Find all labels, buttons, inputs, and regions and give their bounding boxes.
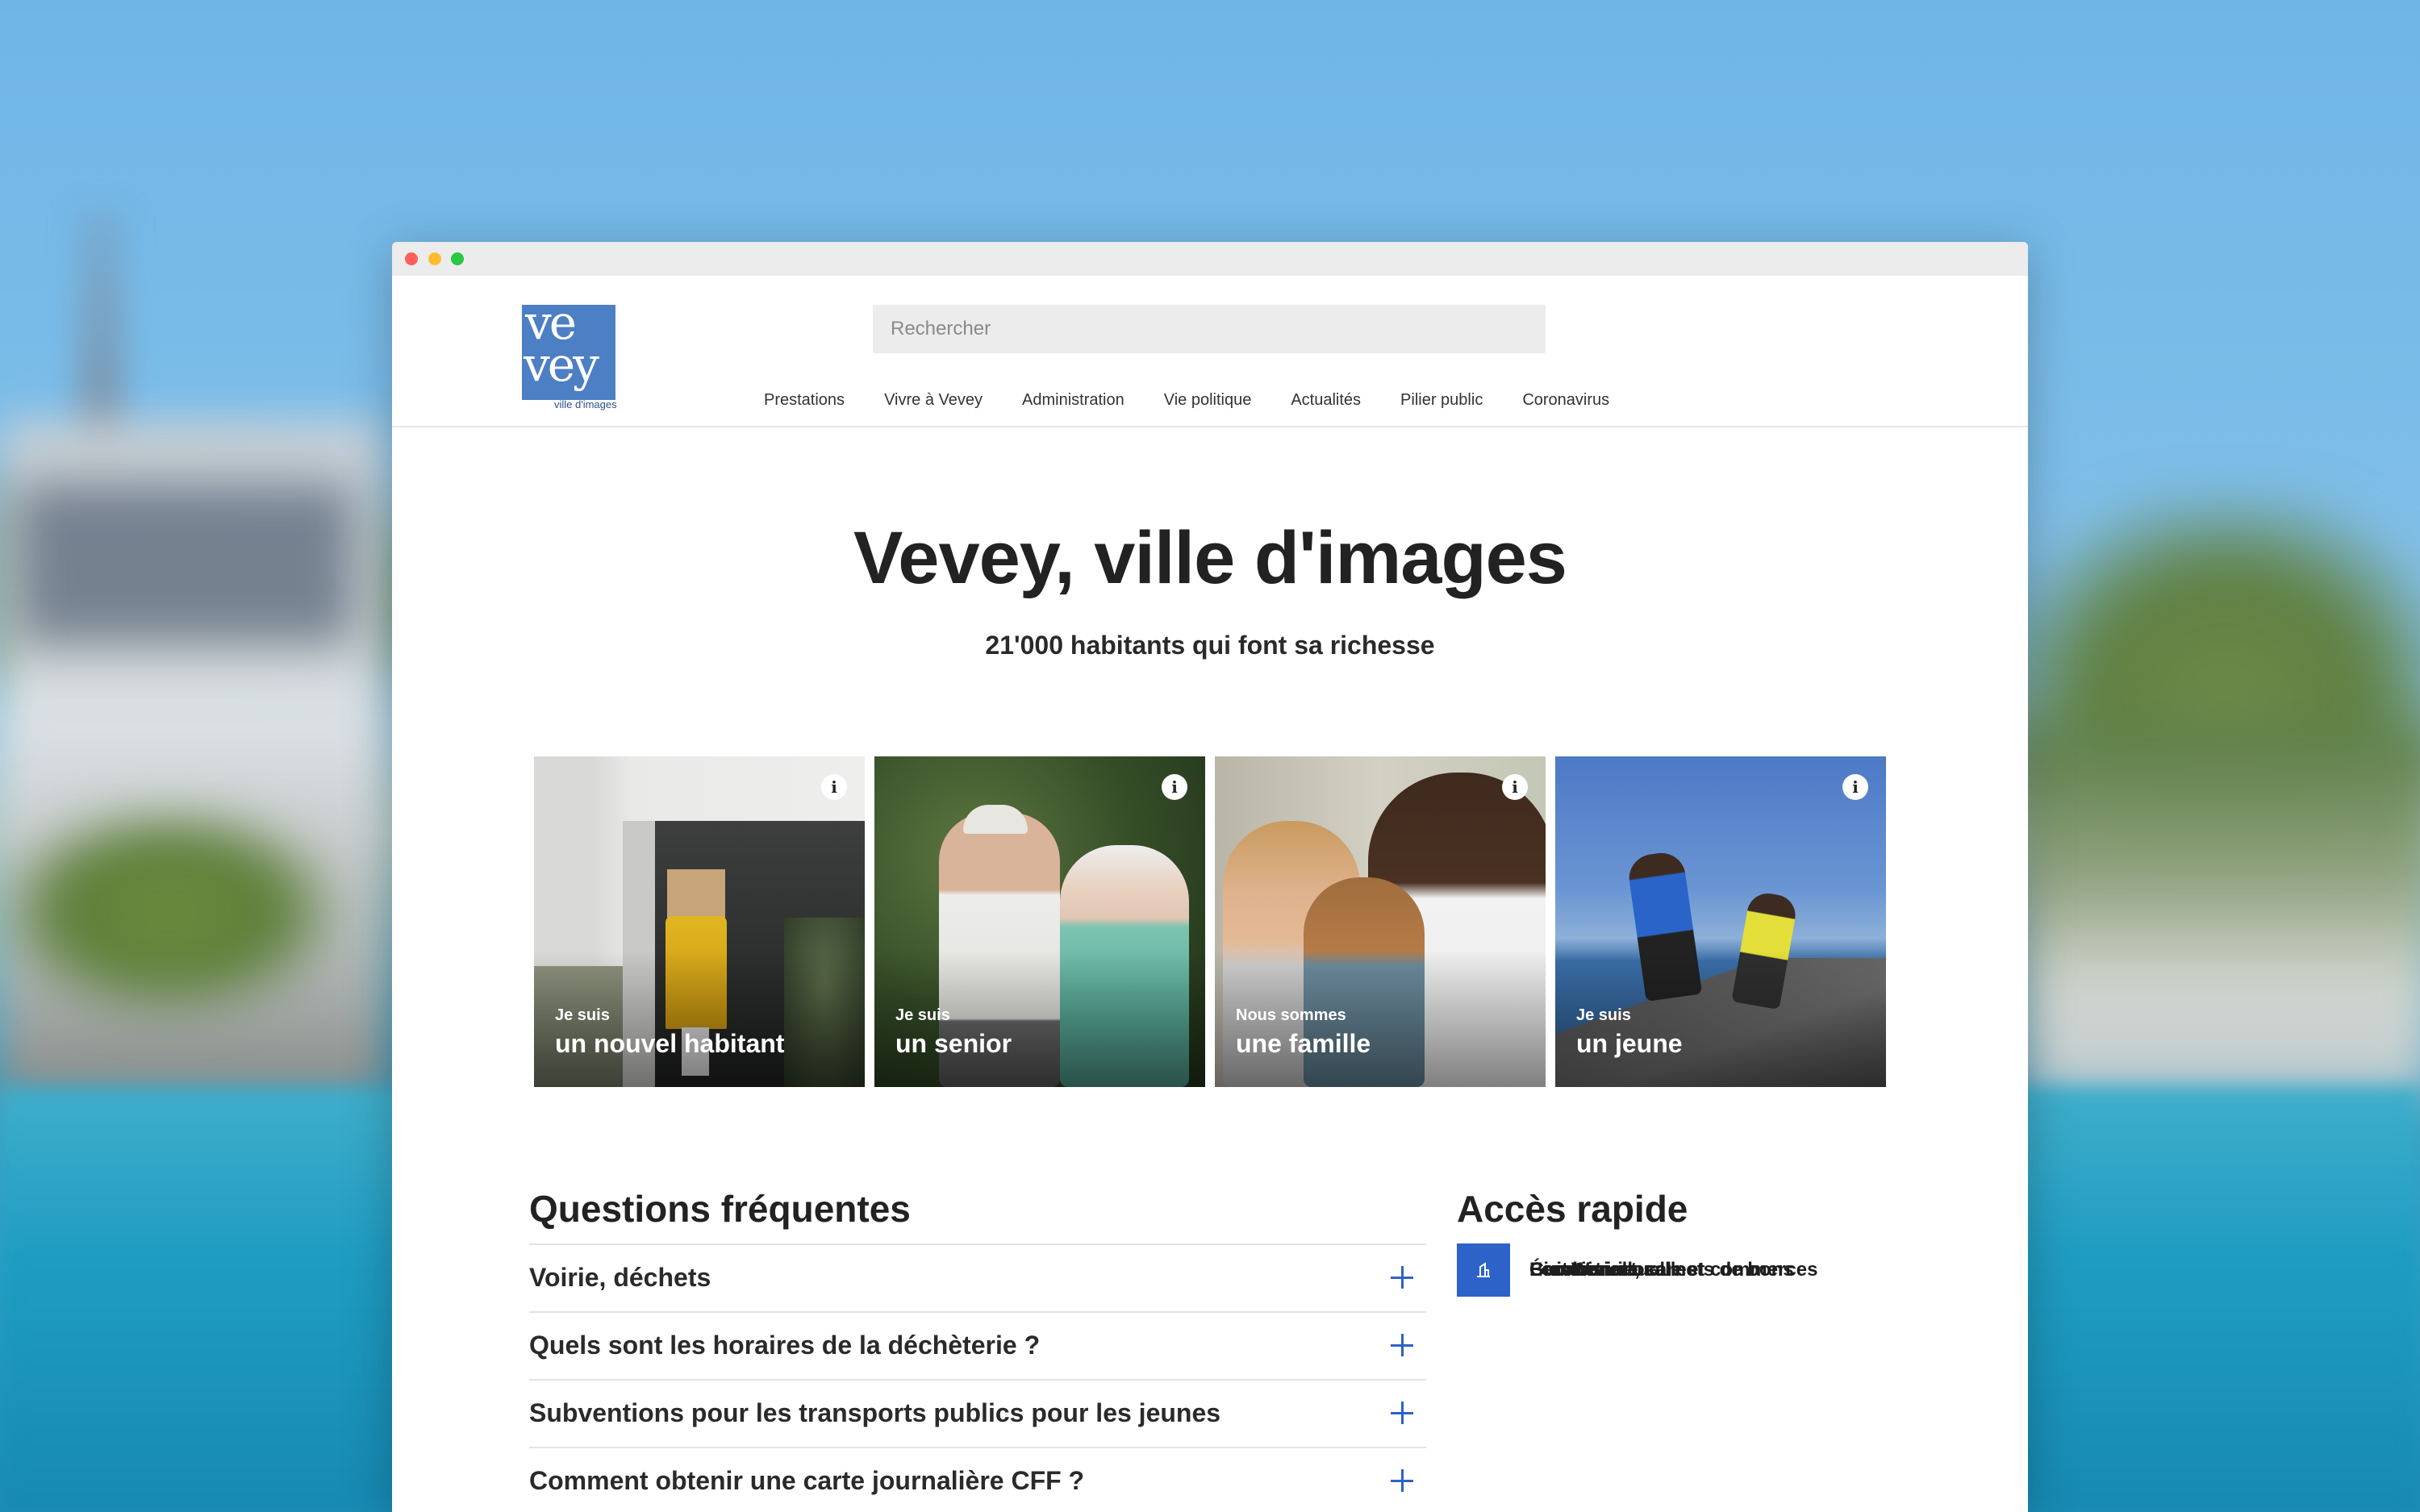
nav-item-pilier-public[interactable]: Pilier public (1400, 391, 1483, 410)
faq-item[interactable]: Subventions pour les transports publics … (529, 1381, 1426, 1448)
faq-question: Comment obtenir une carte journalière CF… (529, 1466, 1085, 1495)
faq-list: Voirie, déchets Quels sont les horaires … (529, 1243, 1426, 1512)
card-title: un jeune (1576, 1029, 1683, 1058)
vevey-logo[interactable]: ve vey ville d'images (522, 295, 619, 410)
nav-item-vivre-a-vevey[interactable]: Vivre à Vevey (884, 391, 983, 410)
info-icon[interactable]: i (1162, 774, 1187, 800)
room-icon (1457, 1243, 1510, 1297)
page-title: Vevey, ville d'images (853, 517, 1567, 599)
card-title: un senior (895, 1029, 1012, 1058)
card-prefix: Je suis (895, 1006, 950, 1024)
nav-item-administration[interactable]: Administration (1022, 391, 1124, 410)
plus-icon[interactable] (1391, 1334, 1413, 1356)
quick-access-label: Location de salles (1529, 1259, 1698, 1281)
profile-card-new-resident[interactable]: i Je suis un nouvel habitant (534, 756, 865, 1087)
plus-icon[interactable] (1391, 1469, 1413, 1492)
nav-item-actualites[interactable]: Actualités (1291, 391, 1361, 410)
card-prefix: Je suis (555, 1006, 610, 1024)
faq-heading: Questions fréquentes (529, 1188, 911, 1230)
card-title: une famille (1236, 1029, 1371, 1058)
plus-icon[interactable] (1391, 1266, 1413, 1289)
profile-card-senior[interactable]: i Je suis un senior (874, 756, 1205, 1087)
logo-wordmark: ve vey (524, 295, 599, 392)
info-icon[interactable]: i (821, 774, 847, 800)
faq-question: Voirie, déchets (529, 1263, 711, 1292)
faq-item[interactable]: Voirie, déchets (529, 1245, 1426, 1313)
card-prefix: Je suis (1576, 1006, 1631, 1024)
search-input[interactable] (873, 305, 1546, 353)
faq-question: Subventions pour les transports publics … (529, 1398, 1221, 1427)
minimize-window-button[interactable] (428, 252, 441, 265)
window-titlebar (392, 242, 2028, 276)
info-icon[interactable]: i (1502, 774, 1528, 800)
card-title: un nouvel habitant (555, 1029, 785, 1058)
nav-item-prestations[interactable]: Prestations (764, 391, 845, 410)
logo-tagline: ville d'images (554, 398, 617, 410)
maximize-window-button[interactable] (451, 252, 464, 265)
faq-item[interactable]: Comment obtenir une carte journalière CF… (529, 1448, 1426, 1512)
plus-icon[interactable] (1391, 1402, 1413, 1424)
faq-question: Quels sont les horaires de la déchèterie… (529, 1331, 1041, 1360)
page-subtitle: 21'000 habitants qui font sa richesse (985, 631, 1435, 660)
quick-access-heading: Accès rapide (1457, 1188, 1688, 1230)
main-nav: Prestations Vivre à Vevey Administration… (764, 391, 1649, 410)
browser-window: ve vey ville d'images Prestations Vivre … (392, 242, 2028, 1512)
site-header: ve vey ville d'images Prestations Vivre … (392, 276, 2028, 427)
profile-card-young[interactable]: i Je suis un jeune (1555, 756, 1886, 1087)
nav-item-coronavirus[interactable]: Coronavirus (1522, 391, 1609, 410)
close-window-button[interactable] (405, 252, 418, 265)
nav-item-vie-politique[interactable]: Vie politique (1164, 391, 1252, 410)
info-icon[interactable]: i (1842, 774, 1868, 800)
card-prefix: Nous sommes (1236, 1006, 1346, 1024)
profile-card-family[interactable]: i Nous sommes une famille (1215, 756, 1546, 1087)
faq-item[interactable]: Quels sont les horaires de la déchèterie… (529, 1313, 1426, 1381)
